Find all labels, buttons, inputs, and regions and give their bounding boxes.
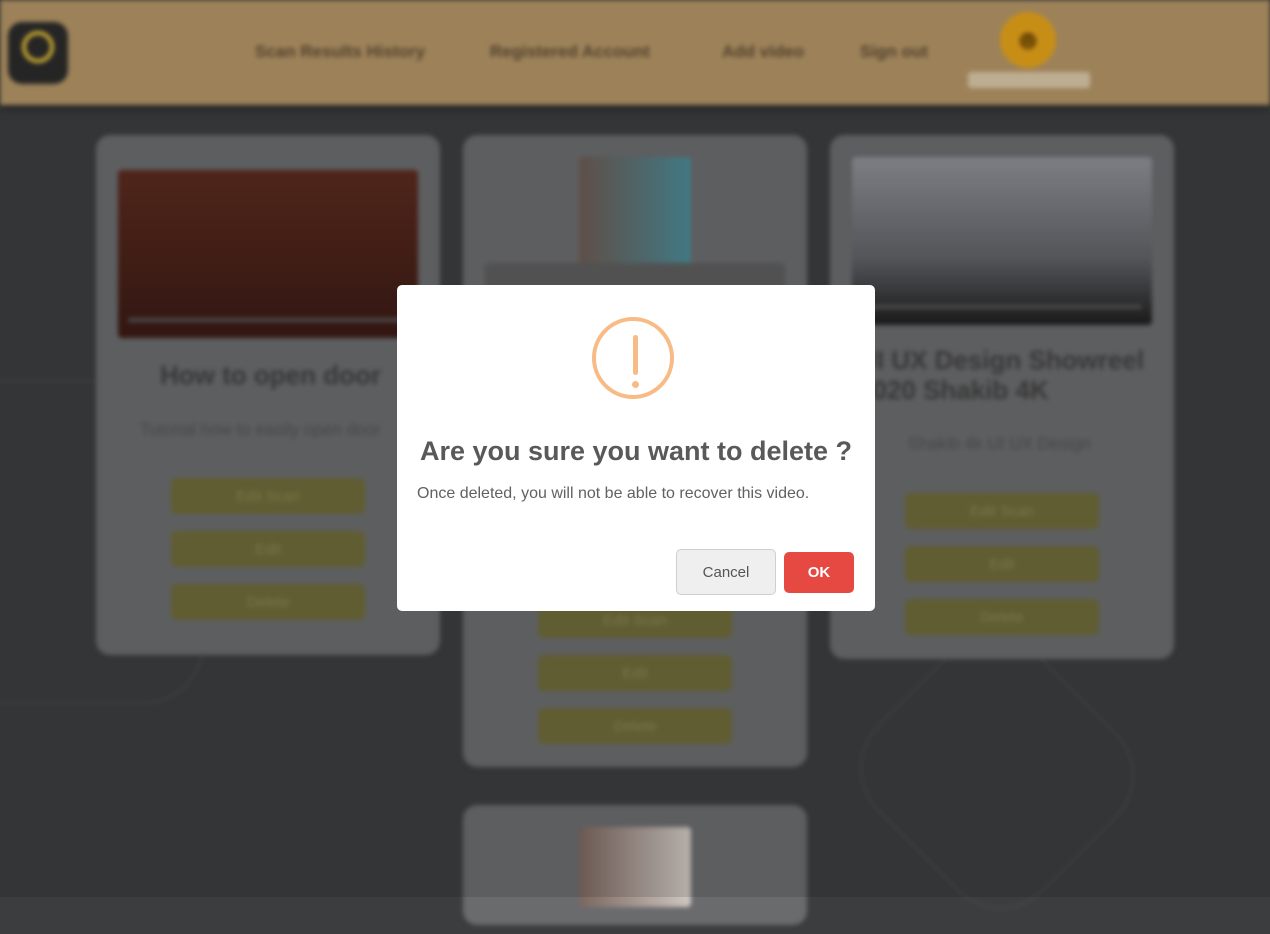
- ok-button[interactable]: OK: [784, 552, 854, 593]
- dialog-message: Once deleted, you will not be able to re…: [417, 485, 810, 502]
- exclamation-warning-icon: [592, 317, 674, 399]
- cancel-button[interactable]: Cancel: [676, 549, 776, 595]
- delete-confirm-dialog: Are you sure you want to delete ? Once d…: [397, 285, 875, 611]
- dialog-title: Are you sure you want to delete ?: [419, 436, 853, 466]
